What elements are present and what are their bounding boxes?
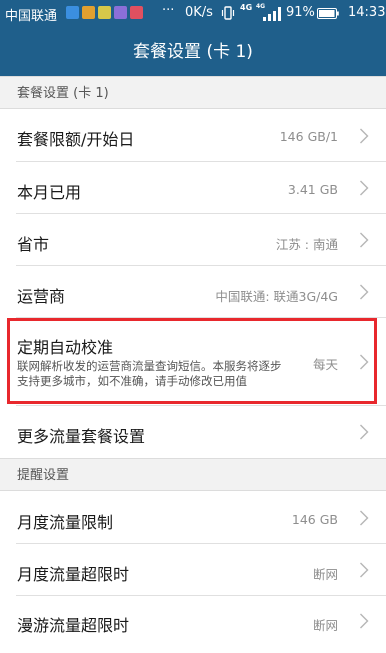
row-title: 省市 <box>17 235 50 254</box>
section-header-reminder: 提醒设置 <box>0 458 386 491</box>
app-bar: 套餐设置 (卡 1) <box>0 28 386 76</box>
signal-icon <box>263 7 281 21</box>
chevron-right-icon <box>360 562 369 578</box>
chevron-right-icon <box>360 424 369 440</box>
row-monthly-over-limit[interactable]: 月度流量超限时 断网 <box>0 544 386 596</box>
row-auto-calibration[interactable]: 定期自动校准 联网解析收发的运营商流量查询短信。本服务将逐步支持更多城市，如不准… <box>0 318 386 406</box>
row-value: 江苏 : 南通 <box>275 237 338 252</box>
row-value: 146 GB/1 <box>279 129 338 144</box>
carrier-label: 中国联通 <box>5 9 58 24</box>
row-value: 3.41 GB <box>287 182 338 197</box>
row-value: 断网 <box>312 618 338 633</box>
row-description: 联网解析收发的运营商流量查询短信。本服务将逐步支持更多城市，如不准确，请手动修改… <box>17 359 282 388</box>
notification-icons <box>66 6 143 19</box>
battery-icon <box>317 8 339 19</box>
page-title: 套餐设置 (卡 1) <box>133 42 253 62</box>
row-plan-limit[interactable]: 套餐限额/开始日 146 GB/1 <box>0 109 386 162</box>
row-value: 中国联通: 联通3G/4G <box>215 289 338 304</box>
section-header-plan: 套餐设置 (卡 1) <box>0 76 386 109</box>
row-title: 漫游流量超限时 <box>17 616 130 635</box>
more-notifications-icon: ··· <box>162 3 175 18</box>
row-value: 断网 <box>312 567 338 582</box>
notification-app-icon <box>82 6 95 19</box>
row-title: 套餐限额/开始日 <box>17 130 135 149</box>
row-title: 本月已用 <box>17 183 82 202</box>
notification-app-icon <box>130 6 143 19</box>
vibrate-icon <box>221 6 235 20</box>
row-title: 月度流量超限时 <box>17 565 130 584</box>
chevron-right-icon <box>360 180 369 196</box>
chevron-right-icon <box>360 232 369 248</box>
chevron-right-icon <box>360 510 369 526</box>
row-monthly-limit[interactable]: 月度流量限制 146 GB <box>0 491 386 544</box>
section-header-label: 套餐设置 (卡 1) <box>17 86 109 101</box>
row-more-plan-settings[interactable]: 更多流量套餐设置 <box>0 406 386 458</box>
battery-percent: 91% <box>286 5 315 20</box>
status-bar: 中国联通 ··· 0K/s 4G 4G 91% 14:33 <box>0 0 386 28</box>
chevron-right-icon <box>360 128 369 144</box>
row-used-this-month[interactable]: 本月已用 3.41 GB <box>0 162 386 214</box>
row-province-city[interactable]: 省市 江苏 : 南通 <box>0 214 386 266</box>
chevron-right-icon <box>360 284 369 300</box>
row-value: 146 GB <box>291 512 338 527</box>
row-title: 更多流量套餐设置 <box>17 427 146 446</box>
network-speed: 0K/s <box>185 5 213 20</box>
chevron-right-icon <box>360 354 369 370</box>
row-title: 月度流量限制 <box>17 513 114 532</box>
notification-app-icon <box>98 6 111 19</box>
clock: 14:33 <box>348 5 386 20</box>
network-type-label: 4G <box>240 3 253 12</box>
row-title: 定期自动校准 <box>17 338 114 357</box>
notification-app-icon <box>66 6 79 19</box>
row-roaming-over-limit[interactable]: 漫游流量超限时 断网 <box>0 596 386 653</box>
row-operator[interactable]: 运营商 中国联通: 联通3G/4G <box>0 266 386 318</box>
row-title: 运营商 <box>17 287 66 306</box>
section-header-label: 提醒设置 <box>17 468 70 483</box>
chevron-right-icon <box>360 613 369 629</box>
notification-app-icon <box>114 6 127 19</box>
screen: 中国联通 ··· 0K/s 4G 4G 91% 14:33 套餐设置 (卡 1)… <box>0 0 386 653</box>
row-value: 每天 <box>312 357 338 372</box>
